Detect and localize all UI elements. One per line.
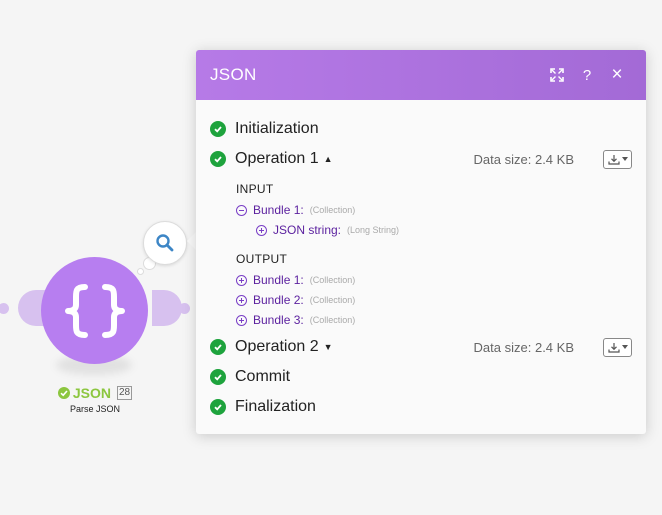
close-icon: × bbox=[611, 64, 623, 85]
output-heading: OUTPUT bbox=[236, 252, 288, 266]
output-bundle[interactable]: Bundle 1: (Collection) bbox=[210, 270, 632, 290]
stage-commit[interactable]: Commit bbox=[210, 362, 632, 392]
expand-icon[interactable] bbox=[236, 314, 247, 326]
chevron-down-icon bbox=[621, 157, 628, 161]
output-bundle[interactable]: Bundle 2: (Collection) bbox=[210, 290, 632, 310]
field-name: JSON string: bbox=[273, 223, 342, 237]
json-module-node[interactable] bbox=[41, 257, 148, 364]
expand-icon[interactable] bbox=[236, 294, 247, 306]
caret-up-icon[interactable]: ▲ bbox=[324, 154, 333, 164]
expand-icon[interactable] bbox=[256, 224, 267, 236]
json-braces-icon bbox=[64, 283, 125, 338]
bundle-name: Bundle 1: bbox=[253, 203, 304, 217]
close-button[interactable]: × bbox=[602, 64, 632, 86]
connection-dot-left bbox=[0, 303, 9, 314]
collapse-icon[interactable] bbox=[236, 204, 247, 216]
caret-down-icon[interactable]: ▼ bbox=[324, 342, 333, 352]
panel-body: Initialization Operation 1 ▲ Data size: … bbox=[196, 100, 646, 422]
module-handle-right[interactable] bbox=[152, 290, 182, 326]
search-icon bbox=[156, 234, 174, 252]
input-heading: INPUT bbox=[236, 182, 274, 196]
stage-initialization[interactable]: Initialization bbox=[210, 114, 632, 144]
stage-label: Finalization bbox=[235, 398, 316, 415]
input-bundle[interactable]: Bundle 1: (Collection) bbox=[210, 200, 632, 220]
success-check-icon bbox=[210, 369, 226, 385]
stage-operation-1[interactable]: Operation 1 ▲ Data size: 2.4 KB bbox=[210, 144, 632, 174]
success-check-icon bbox=[210, 151, 226, 167]
panel-pointer bbox=[187, 232, 196, 250]
chevron-down-icon bbox=[621, 345, 628, 349]
panel-header: JSON ? × bbox=[196, 50, 646, 100]
output-bundle[interactable]: Bundle 3: (Collection) bbox=[210, 310, 632, 330]
module-label: JSON 28 bbox=[40, 385, 150, 401]
success-check-icon bbox=[210, 121, 226, 137]
stage-label: Operation 2 bbox=[235, 338, 319, 355]
stage-label: Commit bbox=[235, 368, 291, 385]
bundle-name: Bundle 3: bbox=[253, 313, 304, 327]
stage-label: Initialization bbox=[235, 120, 319, 137]
bundle-type: (Collection) bbox=[309, 205, 356, 215]
stage-label: Operation 1 bbox=[235, 150, 319, 167]
module-title: JSON bbox=[72, 385, 111, 401]
expand-icon[interactable] bbox=[236, 274, 247, 286]
data-size: Data size: 2.4 KB bbox=[473, 339, 574, 355]
help-icon: ? bbox=[582, 66, 592, 84]
download-button[interactable] bbox=[603, 149, 632, 169]
success-check-icon bbox=[57, 387, 70, 399]
success-check-icon bbox=[210, 399, 226, 415]
connection-dot-right bbox=[179, 303, 190, 314]
bundle-type: (Collection) bbox=[309, 275, 356, 285]
help-button[interactable]: ? bbox=[572, 67, 602, 84]
bundle-type: (Collection) bbox=[309, 315, 356, 325]
download-icon bbox=[607, 342, 620, 353]
panel-title: JSON bbox=[210, 65, 257, 84]
module-subtitle: Parse JSON bbox=[69, 404, 120, 414]
bubble-tail bbox=[137, 268, 144, 275]
scenario-canvas[interactable]: JSON 28 Parse JSON JSON ? × Initializati… bbox=[0, 0, 662, 515]
inspect-output-button[interactable] bbox=[143, 221, 187, 265]
expand-icon bbox=[550, 68, 564, 82]
success-check-icon bbox=[210, 339, 226, 355]
stage-operation-2[interactable]: Operation 2 ▼ Data size: 2.4 KB bbox=[210, 332, 632, 362]
stage-finalization[interactable]: Finalization bbox=[210, 392, 632, 422]
operations-count-badge: 28 bbox=[117, 386, 133, 400]
input-field-json-string[interactable]: JSON string: (Long String) bbox=[210, 220, 632, 240]
bundle-name: Bundle 2: bbox=[253, 293, 304, 307]
field-type: (Long String) bbox=[347, 225, 400, 235]
download-icon bbox=[607, 154, 620, 165]
bundle-type: (Collection) bbox=[309, 295, 356, 305]
execution-inspector-panel: JSON ? × Initialization Operation 1 ▲ Da… bbox=[196, 50, 646, 434]
bundle-name: Bundle 1: bbox=[253, 273, 304, 287]
expand-button[interactable] bbox=[542, 68, 572, 82]
data-size: Data size: 2.4 KB bbox=[473, 151, 574, 167]
download-button[interactable] bbox=[603, 337, 632, 357]
